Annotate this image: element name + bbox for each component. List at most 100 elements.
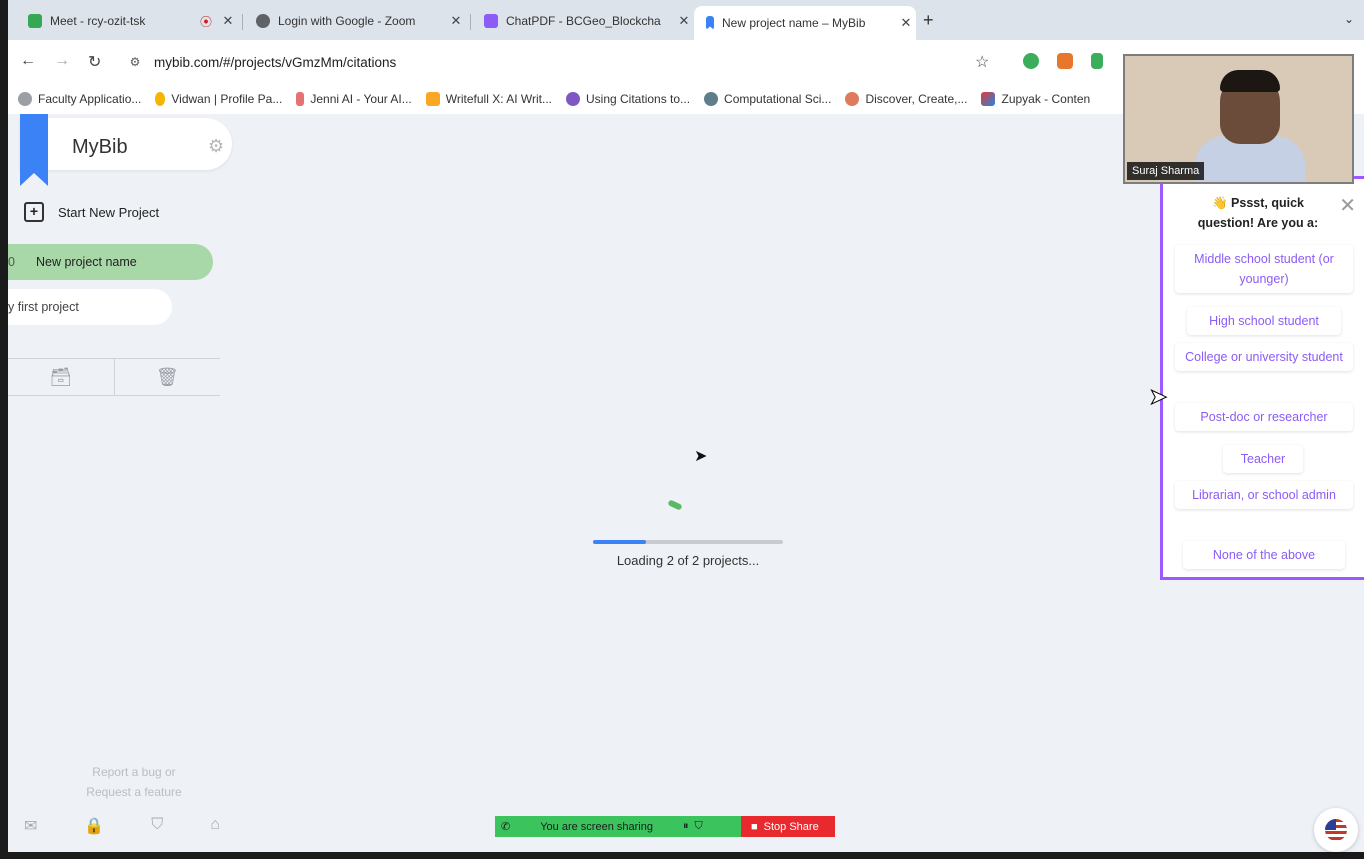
video-thumbnail[interactable]: Suraj Sharma — [1123, 54, 1354, 184]
survey-option[interactable]: Middle school student (or younger) — [1175, 245, 1353, 293]
tab-title: Login with Google - Zoom — [278, 14, 416, 28]
back-arrow-icon[interactable]: ← — [20, 52, 36, 70]
reload-icon[interactable]: ↻ — [88, 52, 101, 72]
mail-icon[interactable]: ✉ — [24, 816, 37, 836]
home-icon[interactable]: ⌂ — [210, 816, 220, 836]
shield-icon: ⛉ — [694, 820, 703, 832]
close-tab-icon[interactable]: ✕ — [896, 15, 916, 31]
bookmark-favicon-icon — [18, 92, 32, 106]
shield-icon[interactable]: ⛉ — [151, 816, 163, 836]
start-new-project-button[interactable]: + Start New Project — [24, 202, 159, 222]
progress-fill — [593, 540, 647, 544]
stop-share-label: Stop Share — [763, 820, 819, 833]
bookmark-item[interactable]: Computational Sci... — [704, 92, 831, 106]
tab-mybib[interactable]: New project name – MyBib ✕ — [694, 6, 916, 40]
url-text: mybib.com/#/projects/vGmzMm/citations — [154, 54, 397, 70]
participant-hair — [1220, 70, 1280, 92]
close-tab-icon[interactable]: ✕ — [446, 13, 466, 29]
bookmark-ribbon-icon — [20, 114, 48, 186]
mouse-cursor-icon: ➤ — [694, 448, 708, 465]
bookmark-favicon-icon — [296, 92, 305, 106]
bookmark-favicon-icon — [425, 92, 440, 106]
survey-option[interactable]: Teacher — [1223, 445, 1303, 473]
bookmark-favicon-icon — [845, 92, 860, 106]
survey-option[interactable]: Post-doc or researcher — [1175, 403, 1353, 431]
start-new-project-label: Start New Project — [58, 204, 160, 220]
forward-arrow-icon[interactable]: → — [54, 52, 70, 70]
add-project-icon: + — [24, 202, 44, 222]
survey-popup: 👋 Pssst, quick question! Are you a: ✕ Mi… — [1160, 176, 1364, 580]
project-item-active[interactable]: 0 New project name — [8, 244, 213, 280]
survey-option[interactable]: High school student — [1187, 307, 1341, 335]
metamask-icon[interactable] — [1057, 53, 1073, 69]
bookmark-favicon-icon — [704, 92, 719, 106]
language-selector[interactable] — [1314, 808, 1358, 852]
loading-spinner — [667, 499, 683, 511]
address-bar[interactable]: ⚙ mybib.com/#/projects/vGmzMm/citations — [120, 46, 1120, 78]
stop-icon: ■ — [751, 820, 758, 833]
extension-icon[interactable] — [1023, 53, 1039, 69]
participant-name: Suraj Sharma — [1127, 162, 1205, 180]
bookmark-item[interactable]: Using Citations to... — [566, 92, 690, 106]
archive-icon[interactable]: 🗃 — [8, 359, 115, 395]
report-bug-link[interactable]: Report a bug or Request a feature — [64, 762, 204, 802]
bookmark-star-icon[interactable]: ☆ — [975, 52, 989, 72]
project-item[interactable]: y first project — [8, 289, 172, 325]
tab-separator — [242, 14, 243, 30]
bookmark-item[interactable]: Writefull X: AI Writ... — [425, 92, 552, 106]
tab-title: New project name – MyBib — [722, 16, 866, 30]
gear-icon[interactable]: ⚙ — [208, 136, 224, 157]
phone-icon: ✆ — [501, 821, 511, 833]
new-tab-button[interactable]: + — [923, 10, 934, 31]
chatpdf-icon — [484, 14, 498, 28]
bookmark-favicon-icon — [155, 92, 166, 106]
sidebar-actions: 🗃 🗑 — [8, 358, 220, 396]
us-flag-icon — [1325, 819, 1347, 841]
bookmark-ribbon-icon — [706, 16, 714, 30]
lock-icon[interactable]: 🔒 — [84, 816, 104, 836]
project-name: y first project — [8, 300, 79, 314]
tab-title: Meet - rcy-ozit-tsk — [50, 14, 146, 28]
close-icon[interactable]: ✕ — [1339, 193, 1356, 218]
screen-share-label: You are screen sharing — [540, 820, 653, 833]
survey-question: 👋 Pssst, quick question! Are you a: — [1197, 196, 1319, 230]
sidebar-footer: ✉ 🔒 ⛉ ⌂ — [24, 816, 220, 836]
close-tab-icon[interactable]: ✕ — [218, 13, 238, 29]
project-name: New project name — [36, 255, 137, 269]
extension-icon[interactable] — [1091, 53, 1103, 69]
bookmark-item[interactable]: Discover, Create,... — [845, 92, 967, 106]
tab-chatpdf[interactable]: ChatPDF - BCGeo_Blockcha ✕ — [472, 6, 694, 36]
recording-icon: ⦿ — [199, 14, 212, 29]
screen-share-status[interactable]: ✆ You are screen sharing ⏸ ⛉ — [495, 816, 741, 837]
stop-share-button[interactable]: ■ Stop Share — [741, 816, 835, 837]
bookmark-favicon-icon — [981, 92, 996, 106]
survey-option[interactable]: College or university student — [1175, 343, 1353, 371]
bookmark-item[interactable]: Jenni AI - Your AI... — [296, 92, 412, 106]
brand-logo-text: MyBib — [72, 136, 128, 158]
sidebar: MyBib ⚙ + Start New Project 0 New projec… — [8, 114, 232, 852]
tab-separator — [470, 14, 471, 30]
tab-strip: Meet - rcy-ozit-tsk ⦿ ✕ Login with Googl… — [8, 0, 1364, 40]
globe-icon — [256, 14, 270, 28]
close-tab-icon[interactable]: ✕ — [674, 13, 694, 29]
loading-text: Loading 2 of 2 projects... — [616, 553, 760, 568]
pause-icon[interactable]: ⏸ — [683, 820, 689, 833]
tab-search-chevron-icon[interactable]: ⌄ — [1344, 12, 1354, 26]
bookmark-item[interactable]: Zupyak - Conten — [981, 92, 1090, 106]
bookmark-favicon-icon — [566, 92, 580, 106]
screen-share-bar: ✆ You are screen sharing ⏸ ⛉ ■ Stop Shar… — [495, 816, 835, 837]
trash-icon[interactable]: 🗑 — [115, 359, 221, 395]
survey-option[interactable]: Librarian, or school admin — [1175, 481, 1353, 509]
meet-icon — [28, 14, 42, 28]
tab-title: ChatPDF - BCGeo_Blockcha — [506, 14, 661, 28]
loading-progress-bar — [593, 540, 783, 544]
tab-meet[interactable]: Meet - rcy-ozit-tsk ⦿ ✕ — [16, 6, 238, 36]
survey-option[interactable]: None of the above — [1183, 541, 1345, 569]
tab-zoom[interactable]: Login with Google - Zoom ✕ — [244, 6, 466, 36]
site-settings-icon[interactable]: ⚙ — [120, 55, 150, 69]
brand-card: MyBib ⚙ — [20, 118, 232, 170]
browser-window: Meet - rcy-ozit-tsk ⦿ ✕ Login with Googl… — [8, 0, 1364, 852]
mouse-cursor-icon: ➤ — [1148, 384, 1168, 410]
bookmark-item[interactable]: Faculty Applicatio... — [18, 92, 141, 106]
bookmark-item[interactable]: Vidwan | Profile Pa... — [155, 92, 282, 106]
